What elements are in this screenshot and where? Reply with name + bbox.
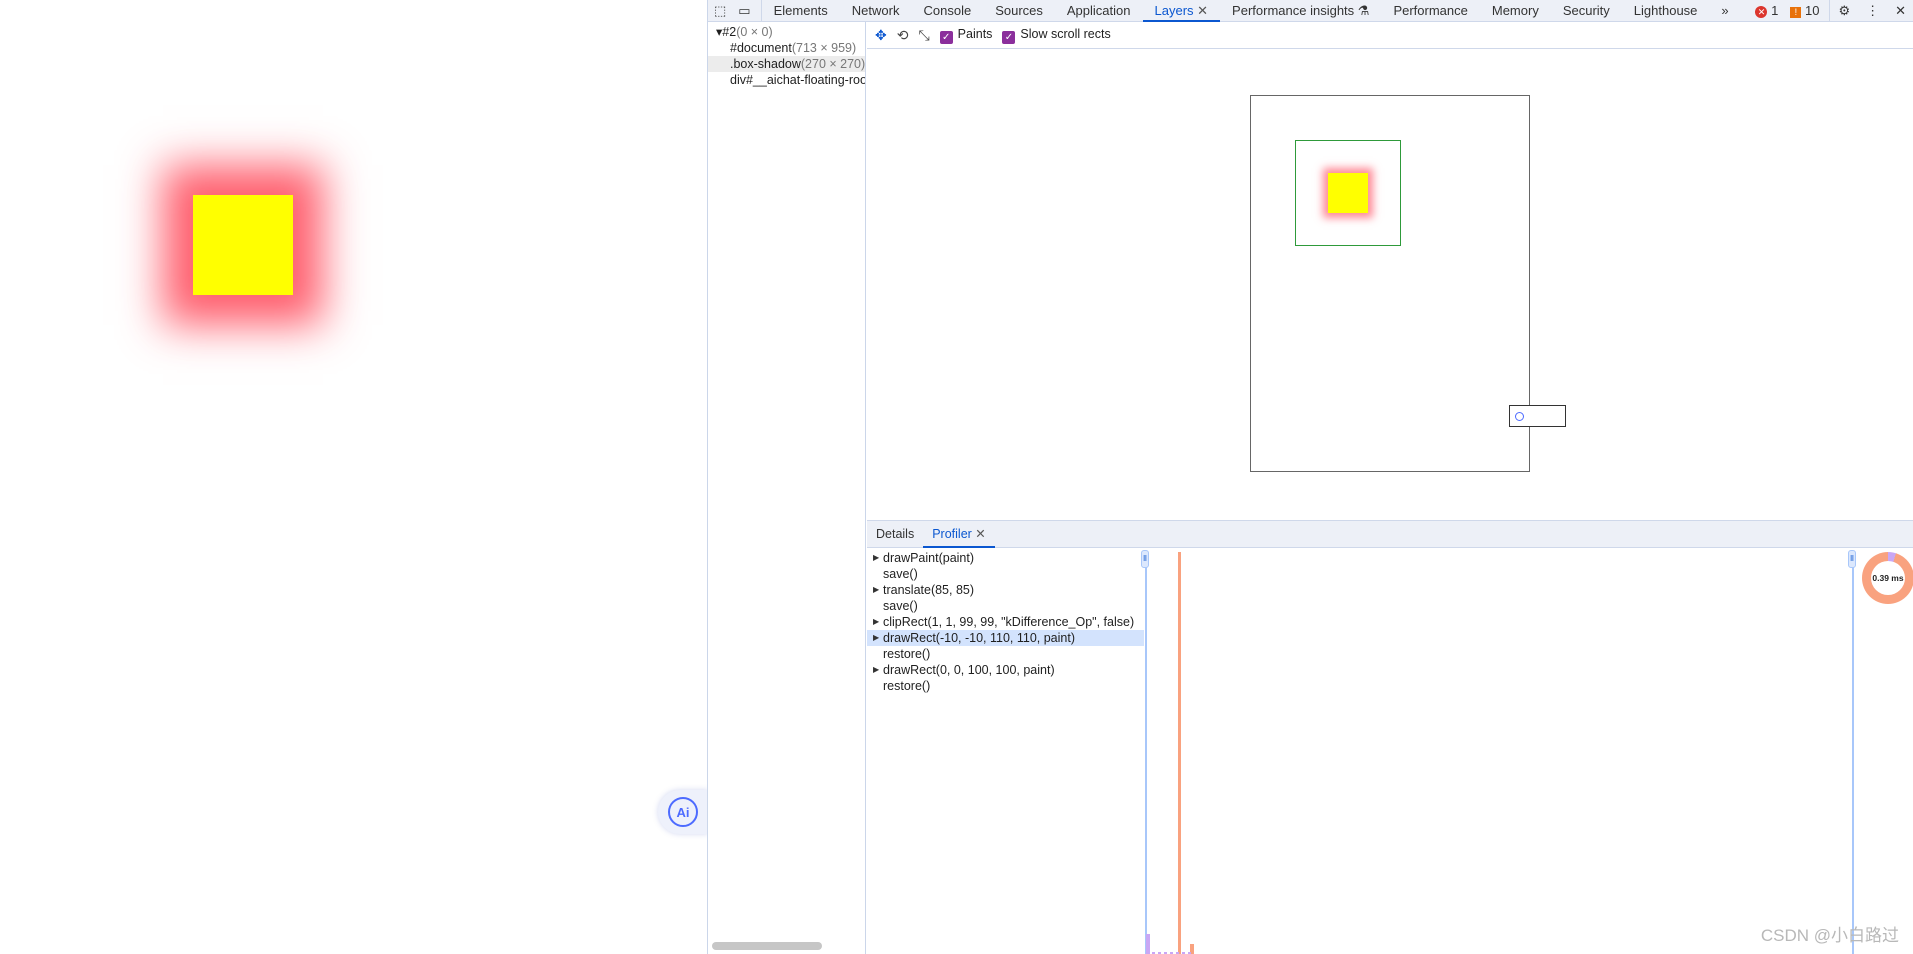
tab-details[interactable]: Details [867,521,923,548]
tab-label: Layers [1154,2,1194,18]
more-options-icon[interactable]: ⋮ [1858,0,1887,22]
paint-command-item[interactable]: save() [867,598,1144,614]
layer-tree-item[interactable]: #document(713 × 959) [708,40,865,56]
tab-label: Performance insights [1232,2,1355,18]
tab-label: Profiler [932,526,972,541]
tab-sources[interactable]: Sources [983,0,1055,22]
paints-checkbox[interactable]: ✓ Paints [939,27,992,44]
layer-tree-item[interactable]: .box-shadow(270 × 270) [708,56,865,72]
tab-layers[interactable]: Layers ✕ [1142,0,1221,22]
tab-elements[interactable]: Elements [762,0,840,22]
inspect-element-icon[interactable]: ⬚ [708,0,732,22]
right-range-line [1852,552,1854,954]
tab-memory[interactable]: Memory [1480,0,1551,22]
layer-name: .box-shadow [730,57,801,71]
tab-label: Application [1066,2,1131,18]
paint-command-item[interactable]: drawPaint(paint) [867,550,1144,566]
tab-performance-insights[interactable]: Performance insights ⚗ [1220,0,1381,22]
warning-icon: ! [1790,6,1802,18]
tab-label: Console [923,2,972,18]
profiler-donut-chart: 0.39 ms [1862,552,1913,604]
tab-lighthouse[interactable]: Lighthouse [1622,0,1710,22]
tab-label: Memory [1491,2,1539,18]
warnings-badge[interactable]: ! 10 [1784,0,1831,22]
layer-name: div#__aichat-floating-root [730,73,865,87]
left-range-line [1145,552,1147,954]
tab-label: Details [876,526,915,541]
details-tab-bar: Details Profiler ✕ [867,520,1913,548]
box-shadow-square [193,195,293,295]
tab-network[interactable]: Network [840,0,912,22]
ai-chat-floating-button[interactable]: Ai [658,790,708,834]
paint-profiler-timeline[interactable]: ll ll 0.39 ms [1141,548,1913,954]
layer-tree-scrollbar[interactable] [712,942,822,950]
checkmark-icon: ✓ [939,30,953,44]
rotate-mode-icon[interactable]: ⟲ [897,27,909,44]
device-toolbar-icon[interactable]: ▭ [732,0,762,22]
other-bar [1146,934,1150,954]
devtools-panel: ⬚ ▭ Elements Network Console Sources Applica… [707,0,1913,954]
paint-command-item[interactable]: drawRect(0, 0, 100, 100, paint) [867,662,1144,678]
yellow-square-preview [1328,173,1368,213]
tab-console[interactable]: Console [911,0,983,22]
ai-icon: Ai [668,797,698,827]
profiler-total-time: 0.39 ms [1871,561,1905,595]
layer-tree: ▾#2(0 × 0) #document(713 × 959) .box-shado… [708,22,866,954]
reset-transform-icon[interactable]: ⤡ [918,27,929,44]
paint-command-item[interactable]: restore() [867,678,1144,694]
more-tabs-icon[interactable]: » [1709,0,1740,22]
layers-toolbar: ✥ ⟲ ⤡ ✓ Paints ✓ Slow scroll rects [867,22,1913,49]
ai-icon [1515,412,1524,421]
layer-name: ▾#2 [716,25,737,39]
tab-application[interactable]: Application [1055,0,1143,22]
paint-command-item[interactable]: clipRect(1, 1, 99, 99, "kDifference_Op",… [867,614,1144,630]
tab-label: Elements [773,2,828,18]
tab-label: Performance [1393,2,1468,18]
close-tab-icon[interactable]: ✕ [972,527,985,541]
paint-bar [1178,552,1181,954]
tab-label: Sources [995,2,1043,18]
paint-command-item[interactable]: restore() [867,646,1144,662]
close-devtools-icon[interactable]: ✕ [1887,0,1913,22]
tab-security[interactable]: Security [1551,0,1622,22]
tab-label: Lighthouse [1633,2,1698,18]
error-icon: ✕ [1755,5,1768,18]
layer-name: #document [730,41,792,55]
layer-tree-item[interactable]: div#__aichat-floating-root [708,72,865,88]
tab-label: Network [851,2,900,18]
errors-badge[interactable]: ✕ 1 [1749,0,1784,22]
left-range-handle[interactable]: ll [1141,550,1149,568]
layer-dimensions: (270 × 270) [800,57,865,71]
tab-performance[interactable]: Performance [1381,0,1479,22]
web-page: Ai [0,0,708,954]
layer-dimensions: (0 × 0) [736,25,773,39]
settings-gear-icon[interactable]: ⚙ [1830,0,1858,22]
paint-command-item[interactable]: drawRect(-10, -10, 110, 110, paint) [867,630,1144,646]
slow-scroll-rects-checkbox[interactable]: ✓ Slow scroll rects [1002,27,1111,44]
layers-3d-viewport[interactable] [867,49,1913,520]
close-tab-icon[interactable]: ✕ [1194,3,1208,18]
flask-icon: ⚗ [1354,2,1370,18]
tab-profiler[interactable]: Profiler ✕ [923,521,995,548]
layer-dimensions: (713 × 959) [791,41,857,55]
layer-tree-item[interactable]: ▾#2(0 × 0) [708,24,865,40]
aichat-layer-rect[interactable] [1509,405,1566,427]
paint-command-item[interactable]: save() [867,566,1144,582]
right-range-handle[interactable]: ll [1848,550,1856,568]
paint-command-list: drawPaint(paint)save()translate(85, 85)s… [867,548,1144,954]
watermark: CSDN @小白路过 [1760,926,1899,945]
paint-command-item[interactable]: translate(85, 85) [867,582,1144,598]
tab-label: Security [1562,2,1610,18]
pan-mode-icon[interactable]: ✥ [875,27,887,44]
devtools-tab-bar: ⬚ ▭ Elements Network Console Sources Applica… [708,0,1913,22]
checkmark-icon: ✓ [1002,30,1016,44]
